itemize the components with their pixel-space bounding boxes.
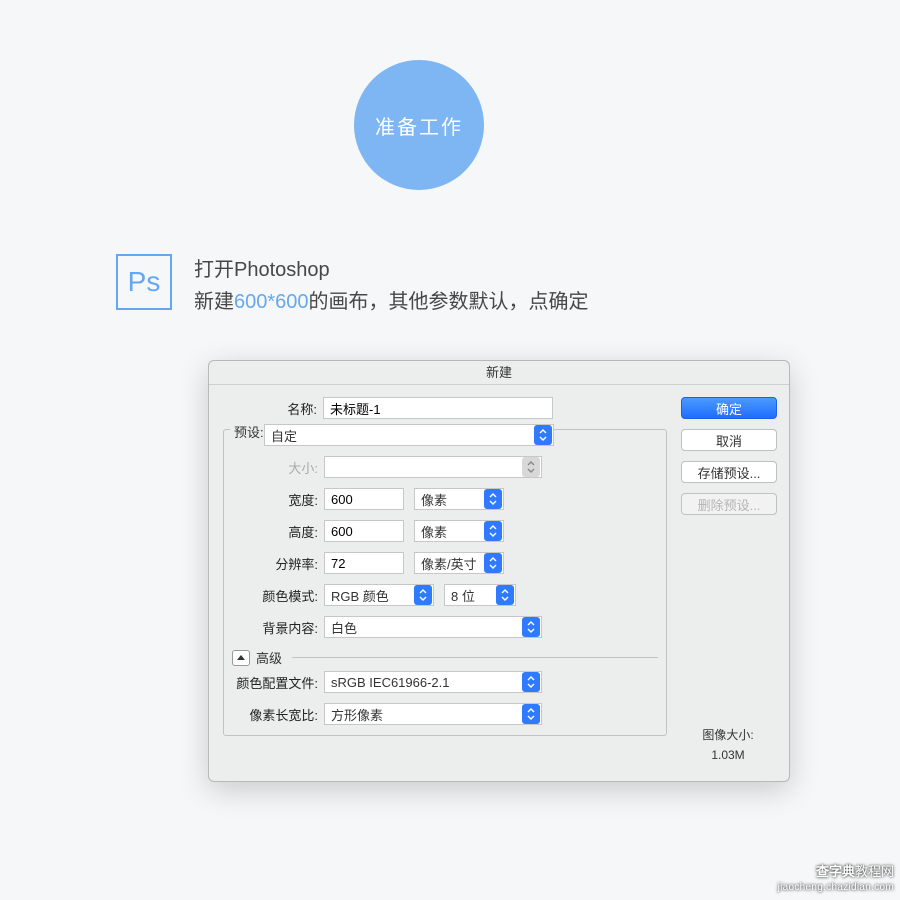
chevron-updown-icon	[534, 425, 552, 445]
profile-label: 颜色配置文件:	[224, 673, 324, 692]
delete-preset-button: 删除预设...	[681, 493, 777, 515]
profile-row: 颜色配置文件: sRGB IEC61966-2.1	[224, 671, 658, 693]
ps-glyph: Ps	[128, 266, 161, 298]
height-input[interactable]	[324, 520, 404, 542]
watermark-url: jiaocheng.chazidian.com	[778, 880, 894, 896]
name-input[interactable]	[323, 397, 553, 419]
cancel-button[interactable]: 取消	[681, 429, 777, 451]
ps-icon: Ps	[116, 254, 172, 310]
width-label: 宽度:	[224, 490, 324, 509]
height-unit-select[interactable]: 像素	[414, 520, 504, 542]
size-row: 大小:	[224, 456, 658, 478]
triangle-up-icon	[237, 654, 245, 662]
size-label: 大小:	[224, 458, 324, 477]
aspect-select[interactable]: 方形像素	[324, 703, 542, 725]
section-badge-label: 准备工作	[375, 111, 463, 140]
bg-row: 背景内容: 白色	[224, 616, 658, 638]
aspect-label: 像素长宽比:	[224, 705, 324, 724]
preset-label: 预设:	[230, 422, 268, 441]
preset-row: 自定	[264, 424, 658, 446]
chevron-updown-icon	[522, 457, 540, 477]
bg-select[interactable]: 白色	[324, 616, 542, 638]
advanced-toggle[interactable]	[232, 650, 250, 666]
watermark: 查字典教程网 jiaocheng.chazidian.com	[778, 864, 894, 896]
dialog-left-pane: 名称: 预设: 自定 大小:	[223, 397, 667, 765]
chevron-updown-icon	[522, 672, 540, 692]
color-mode-label: 颜色模式:	[224, 586, 324, 605]
image-size-label: 图像大小:	[681, 725, 775, 745]
section-badge: 准备工作	[354, 60, 484, 190]
image-size-value: 1.03M	[681, 745, 775, 765]
dialog-body: 名称: 预设: 自定 大小:	[209, 385, 789, 781]
image-size-readout: 图像大小: 1.03M	[681, 725, 775, 765]
divider	[292, 657, 658, 658]
ok-button[interactable]: 确定	[681, 397, 777, 419]
aspect-row: 像素长宽比: 方形像素	[224, 703, 658, 725]
dialog-right-pane: 确定 取消 存储预设... 删除预设... 图像大小: 1.03M	[667, 397, 775, 765]
height-label: 高度:	[224, 522, 324, 541]
profile-select[interactable]: sRGB IEC61966-2.1	[324, 671, 542, 693]
instruction-text: 打开Photoshop 新建600*600的画布，其他参数默认，点确定	[194, 254, 589, 318]
width-input[interactable]	[324, 488, 404, 510]
color-depth-select[interactable]: 8 位	[444, 584, 516, 606]
size-select	[324, 456, 542, 478]
chevron-updown-icon	[522, 617, 540, 637]
chevron-updown-icon	[484, 521, 502, 541]
preset-fieldset: 预设: 自定 大小:	[223, 429, 667, 736]
color-mode-row: 颜色模式: RGB 颜色 8 位	[224, 584, 658, 606]
color-mode-select[interactable]: RGB 颜色	[324, 584, 434, 606]
chevron-updown-icon	[484, 489, 502, 509]
advanced-toggle-row: 高级	[232, 648, 658, 667]
dialog-title: 新建	[209, 361, 789, 385]
chevron-updown-icon	[496, 585, 514, 605]
resolution-input[interactable]	[324, 552, 404, 574]
watermark-site: 查字典教程网	[778, 864, 894, 880]
resolution-label: 分辨率:	[224, 554, 324, 573]
chevron-updown-icon	[484, 553, 502, 573]
width-unit-select[interactable]: 像素	[414, 488, 504, 510]
resolution-row: 分辨率: 像素/英寸	[224, 552, 658, 574]
resolution-unit-select[interactable]: 像素/英寸	[414, 552, 504, 574]
instruction-line2: 新建600*600的画布，其他参数默认，点确定	[194, 286, 589, 318]
advanced-label: 高级	[256, 648, 282, 667]
preset-select[interactable]: 自定	[264, 424, 554, 446]
height-row: 高度: 像素	[224, 520, 658, 542]
chevron-updown-icon	[522, 704, 540, 724]
name-label: 名称:	[223, 399, 323, 418]
name-row: 名称:	[223, 397, 667, 419]
instruction-line1: 打开Photoshop	[194, 254, 589, 286]
chevron-updown-icon	[414, 585, 432, 605]
bg-label: 背景内容:	[224, 618, 324, 637]
new-document-dialog: 新建 名称: 预设: 自定 大	[208, 360, 790, 782]
save-preset-button[interactable]: 存储预设...	[681, 461, 777, 483]
width-row: 宽度: 像素	[224, 488, 658, 510]
